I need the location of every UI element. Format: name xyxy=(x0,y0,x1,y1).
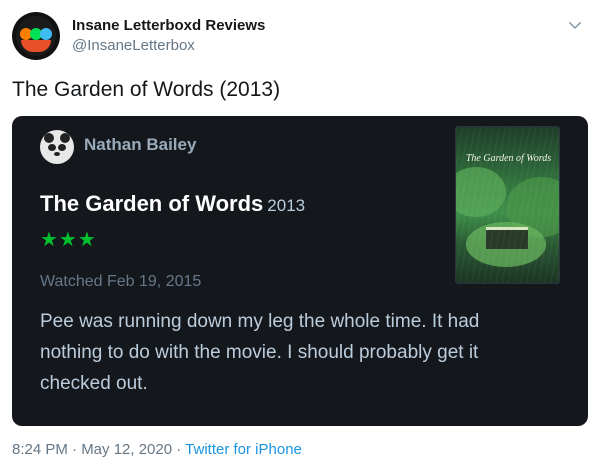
blue-dot-icon xyxy=(40,28,52,40)
film-year: 2013 xyxy=(267,196,306,215)
poster-title: The Garden of Words xyxy=(465,153,552,164)
rating-stars: ★★★ xyxy=(40,229,97,251)
panda-ear xyxy=(60,133,70,143)
chevron-down-icon[interactable] xyxy=(566,16,584,34)
tweet-header: Insane Letterboxd Reviews @InsaneLetterb… xyxy=(12,12,588,62)
review-card-image[interactable]: Nathan Bailey The Garden of Words 2013 ★★… xyxy=(12,116,588,426)
tweet: Insane Letterboxd Reviews @InsaneLetterb… xyxy=(0,0,600,468)
panda-ear xyxy=(44,133,54,143)
review-text: Pee was running down my leg the whole ti… xyxy=(40,311,480,394)
tweet-text: The Garden of Words (2013) xyxy=(12,78,281,101)
author-names: Insane Letterboxd Reviews @InsaneLetterb… xyxy=(72,16,265,56)
tweet-footer: 8:24 PM · May 12, 2020 · Twitter for iPh… xyxy=(12,440,302,460)
panda-eye xyxy=(48,144,56,151)
reviewer-name: Nathan Bailey xyxy=(84,135,197,154)
panda-eye xyxy=(58,144,66,151)
user-handle[interactable]: @InsaneLetterbox xyxy=(72,36,265,56)
panda-avatar-icon xyxy=(40,130,74,164)
poster-rain xyxy=(456,127,559,283)
panda-nose xyxy=(54,152,60,156)
source-link[interactable]: Twitter for iPhone xyxy=(185,441,302,458)
watched-date: Watched Feb 19, 2015 xyxy=(40,273,202,290)
timestamp[interactable]: 8:24 PM · May 12, 2020 · xyxy=(12,441,185,458)
display-name[interactable]: Insane Letterboxd Reviews xyxy=(72,16,265,36)
film-poster: The Garden of Words xyxy=(455,126,560,284)
film-title-line: The Garden of Words 2013 xyxy=(40,190,305,220)
film-title: The Garden of Words xyxy=(40,191,264,216)
avatar[interactable] xyxy=(12,12,60,60)
